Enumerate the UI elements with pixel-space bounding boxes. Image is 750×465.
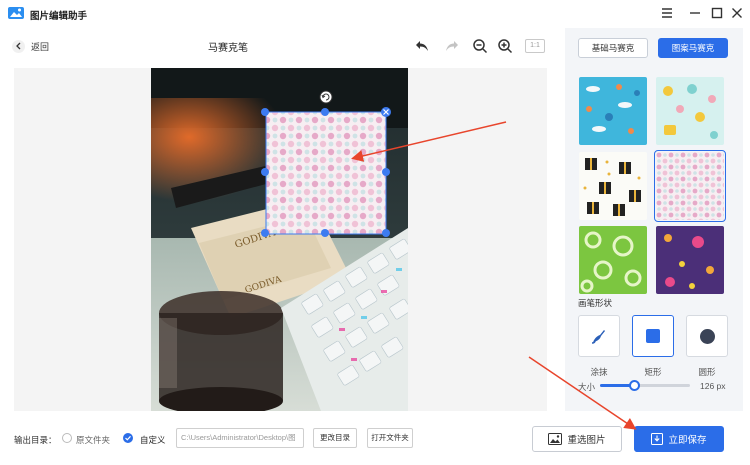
reselect-image-button[interactable]: 重选图片: [532, 426, 622, 452]
rectangle-icon: [646, 329, 660, 343]
editor-toolbar: 返回 马赛克笔 1:1: [0, 28, 563, 64]
baby-pattern-icon[interactable]: [656, 77, 724, 145]
brush-size-label: 大小: [578, 382, 596, 392]
brush-size-value: 126 px: [700, 381, 726, 391]
image-icon: [548, 433, 563, 445]
tab-basic-mosaic[interactable]: 基础马赛克: [578, 38, 648, 58]
rectangle-brush-button[interactable]: [632, 315, 674, 357]
green-rings-pattern-icon[interactable]: [579, 226, 647, 294]
smear-brush-button[interactable]: [578, 315, 620, 357]
download-icon: [651, 433, 664, 445]
change-dir-button[interactable]: 更改目录: [313, 428, 357, 448]
back-label: 返回: [31, 41, 50, 52]
title-bar: 图片编辑助手: [0, 0, 750, 28]
smear-brush-label: 涂抹: [590, 367, 608, 377]
save-now-label: 立即保存: [668, 435, 707, 446]
zoom-out-icon[interactable]: [472, 38, 488, 54]
actual-size-button[interactable]: 1:1: [525, 39, 545, 53]
chevron-left-icon: [12, 39, 25, 53]
purple-dots-pattern-icon[interactable]: [656, 226, 724, 294]
ocean-pattern-icon[interactable]: [579, 77, 647, 145]
redo-icon[interactable]: [444, 38, 460, 54]
app-title: 图片编辑助手: [30, 11, 88, 22]
app-logo-icon: [8, 7, 24, 19]
smear-brush-icon: [591, 330, 605, 344]
radio-custom-folder[interactable]: [123, 433, 133, 443]
circle-brush-label: 圆形: [698, 367, 716, 377]
brush-shape-label: 画笔形状: [578, 298, 613, 308]
circle-icon: [699, 328, 715, 344]
minimize-icon[interactable]: [686, 4, 704, 22]
output-dir-label: 输出目录：: [14, 435, 57, 445]
circle-brush-button[interactable]: [686, 315, 728, 357]
radio-custom-folder-label: 自定义: [140, 435, 166, 445]
close-icon[interactable]: [728, 4, 746, 22]
dots-pattern-icon[interactable]: [654, 150, 726, 222]
back-button[interactable]: 返回: [12, 38, 60, 54]
gift-pattern-icon[interactable]: [579, 152, 647, 220]
tab-pattern-mosaic[interactable]: 图案马赛克: [658, 38, 728, 58]
selection-handles[interactable]: [258, 88, 398, 238]
menu-icon[interactable]: [658, 4, 676, 22]
zoom-in-icon[interactable]: [497, 38, 513, 54]
output-path-field[interactable]: C:\Users\Administrator\Desktop\图: [176, 428, 304, 448]
brush-size-slider[interactable]: [600, 380, 690, 391]
check-icon: [125, 435, 131, 441]
reselect-image-label: 重选图片: [567, 435, 606, 446]
rectangle-brush-label: 矩形: [644, 367, 662, 377]
rotate-icon[interactable]: [319, 90, 333, 104]
open-folder-button[interactable]: 打开文件夹: [367, 428, 413, 448]
undo-icon[interactable]: [414, 38, 430, 54]
save-now-button[interactable]: 立即保存: [634, 426, 724, 452]
radio-original-folder[interactable]: [62, 433, 72, 443]
maximize-icon[interactable]: [708, 4, 726, 22]
page-title: 马赛克笔: [208, 43, 248, 54]
radio-original-folder-label: 原文件夹: [76, 435, 111, 445]
